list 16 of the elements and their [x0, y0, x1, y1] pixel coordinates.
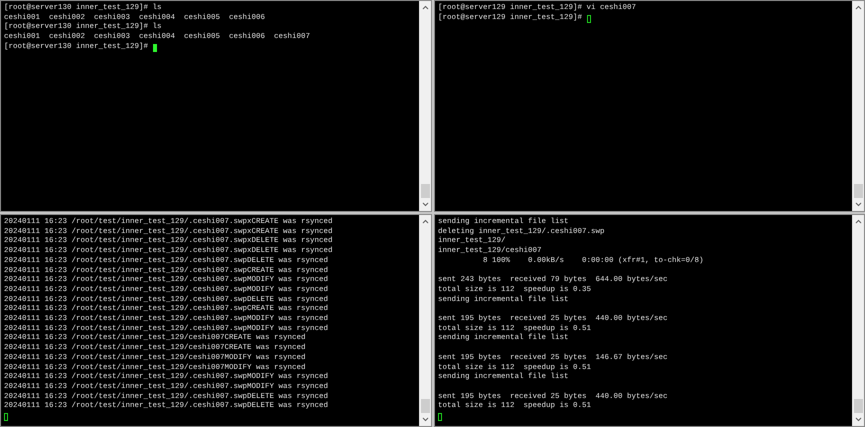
scrollbar-thumb[interactable] [421, 184, 430, 198]
scrollbar[interactable] [419, 215, 431, 426]
scroll-down-icon[interactable] [422, 202, 429, 207]
scrollbar[interactable] [852, 1, 864, 211]
scrollbar-thumb[interactable] [421, 399, 430, 413]
scrollbar[interactable] [852, 215, 864, 426]
scroll-up-icon[interactable] [855, 219, 862, 224]
scroll-up-icon[interactable] [422, 5, 429, 10]
scroll-down-icon[interactable] [855, 417, 862, 422]
scrollbar-thumb[interactable] [854, 184, 863, 198]
scroll-down-icon[interactable] [422, 417, 429, 422]
scroll-down-icon[interactable] [855, 202, 862, 207]
scrollbar[interactable] [419, 1, 431, 211]
scroll-up-icon[interactable] [855, 5, 862, 10]
scrollbar-thumb[interactable] [854, 399, 863, 413]
scroll-up-icon[interactable] [422, 219, 429, 224]
